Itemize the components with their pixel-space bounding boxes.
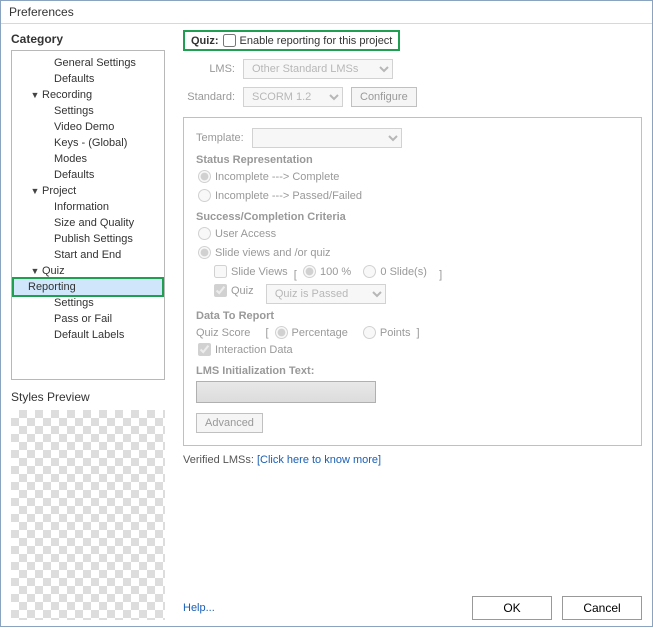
- template-select[interactable]: [252, 128, 402, 148]
- slide-count-radio[interactable]: 0 Slide(s): [363, 265, 426, 278]
- slide-views-row: Slide Views [ 100 % 0 Slide(s) ]: [214, 265, 629, 281]
- user-access-radio[interactable]: User Access: [198, 227, 276, 240]
- status-opt-complete[interactable]: Incomplete ---> Complete: [198, 170, 339, 183]
- tree-item-label: General Settings: [54, 57, 136, 69]
- tree-item-modes[interactable]: Modes: [12, 151, 164, 167]
- tree-item-video-demo[interactable]: Video Demo: [12, 119, 164, 135]
- tree-item-label: Quiz: [42, 265, 65, 277]
- standard-select[interactable]: SCORM 1.2: [243, 87, 343, 107]
- interaction-data-checkbox[interactable]: Interaction Data: [198, 343, 293, 356]
- advanced-button[interactable]: Advanced: [196, 413, 263, 433]
- tree-item-label: Information: [54, 201, 109, 213]
- tree-item-label: Modes: [54, 153, 87, 165]
- styles-preview-area: [11, 410, 165, 620]
- success-criteria-heading: Success/Completion Criteria: [196, 211, 629, 223]
- ok-button[interactable]: OK: [472, 596, 552, 620]
- tree-item-general-settings[interactable]: General Settings: [12, 55, 164, 71]
- tree-item-settings[interactable]: Settings: [12, 103, 164, 119]
- verified-link[interactable]: [Click here to know more]: [257, 454, 381, 466]
- reporting-panel: Template: Status Representation Incomple…: [183, 117, 642, 446]
- quiz-score-label: Quiz Score: [196, 327, 250, 339]
- tree-item-label: Pass or Fail: [54, 313, 112, 325]
- configure-button[interactable]: Configure: [351, 87, 417, 107]
- verified-label: Verified LMSs:: [183, 454, 254, 466]
- tree-item-label: Defaults: [54, 73, 94, 85]
- slide-pct-radio[interactable]: 100 %: [303, 265, 351, 278]
- tree-item-defaults[interactable]: Defaults: [12, 71, 164, 87]
- quiz-score-row: Quiz Score [ Percentage Points ]: [196, 326, 629, 339]
- cancel-button[interactable]: Cancel: [562, 596, 642, 620]
- twisty-icon: ▼: [28, 90, 42, 100]
- tree-item-recording[interactable]: ▼Recording: [12, 87, 164, 103]
- quiz-label: Quiz:: [191, 35, 219, 47]
- status-opt-passedfailed[interactable]: Incomplete ---> Passed/Failed: [198, 189, 362, 202]
- enable-reporting-checkbox[interactable]: [223, 34, 236, 47]
- lms-label: LMS:: [183, 63, 235, 75]
- tree-item-label: Start and End: [54, 249, 121, 261]
- lms-select[interactable]: Other Standard LMSs: [243, 59, 393, 79]
- slide-views-quiz-radio[interactable]: Slide views and /or quiz: [198, 246, 331, 259]
- tree-item-label: Video Demo: [54, 121, 114, 133]
- lms-init-label: LMS Initialization Text:: [196, 365, 629, 377]
- lms-init-input[interactable]: [196, 381, 376, 403]
- enable-reporting-row: Quiz: Enable reporting for this project: [183, 30, 400, 51]
- sidebar: Category General SettingsDefaults▼Record…: [1, 24, 171, 628]
- quiz-passed-select[interactable]: Quiz is Passed: [266, 284, 386, 304]
- data-to-report-heading: Data To Report: [196, 310, 629, 322]
- tree-item-pass-or-fail[interactable]: Pass or Fail: [12, 311, 164, 327]
- enable-reporting-label: Enable reporting for this project: [240, 35, 393, 47]
- lms-row: LMS: Other Standard LMSs: [183, 59, 642, 79]
- tree-item-label: Publish Settings: [54, 233, 133, 245]
- standard-label: Standard:: [183, 91, 235, 103]
- status-representation-heading: Status Representation: [196, 154, 629, 166]
- points-radio[interactable]: Points: [363, 326, 411, 339]
- tree-item-label: Project: [42, 185, 76, 197]
- tree-item-settings[interactable]: Settings: [12, 295, 164, 311]
- category-tree[interactable]: General SettingsDefaults▼RecordingSettin…: [11, 50, 165, 380]
- tree-item-start-and-end[interactable]: Start and End: [12, 247, 164, 263]
- tree-item-label: Default Labels: [54, 329, 124, 341]
- tree-item-defaults[interactable]: Defaults: [12, 167, 164, 183]
- tree-item-reporting[interactable]: Reporting: [12, 277, 164, 297]
- slide-views-checkbox[interactable]: Slide Views: [214, 265, 288, 278]
- percentage-radio[interactable]: Percentage: [275, 326, 348, 339]
- help-link[interactable]: Help...: [183, 602, 215, 614]
- tree-item-default-labels[interactable]: Default Labels: [12, 327, 164, 343]
- tree-item-label: Settings: [54, 297, 94, 309]
- preferences-dialog: Preferences Category General Settings Def…: [0, 0, 653, 627]
- template-label: Template:: [196, 132, 244, 144]
- verified-lms-row: Verified LMSs: [Click here to know more]: [183, 454, 642, 466]
- tree-item-label: Reporting: [28, 281, 76, 293]
- tree-item-keys-global-[interactable]: Keys - (Global): [12, 135, 164, 151]
- quiz-passed-row: Quiz Quiz is Passed: [214, 284, 629, 304]
- styles-preview-label: Styles Preview: [11, 390, 165, 404]
- dialog-footer: Help... OK Cancel: [183, 582, 642, 620]
- standard-row: Standard: SCORM 1.2 Configure: [183, 87, 642, 107]
- tree-item-size-and-quality[interactable]: Size and Quality: [12, 215, 164, 231]
- tree-item-label: Settings: [54, 105, 94, 117]
- twisty-icon: ▼: [28, 266, 42, 276]
- window-title: Preferences: [1, 1, 652, 24]
- main-panel: Quiz: Enable reporting for this project …: [171, 24, 652, 628]
- category-heading: Category: [11, 32, 165, 46]
- tree-item-label: Recording: [42, 89, 92, 101]
- twisty-icon: ▼: [28, 186, 42, 196]
- tree-item-label: Size and Quality: [54, 217, 134, 229]
- tree-item-project[interactable]: ▼Project: [12, 183, 164, 199]
- quiz-checkbox[interactable]: Quiz: [214, 284, 254, 297]
- tree-item-label: Defaults: [54, 169, 94, 181]
- dialog-body: Category General SettingsDefaults▼Record…: [1, 24, 652, 628]
- tree-item-publish-settings[interactable]: Publish Settings: [12, 231, 164, 247]
- tree-item-label: Keys - (Global): [54, 137, 127, 149]
- tree-item-information[interactable]: Information: [12, 199, 164, 215]
